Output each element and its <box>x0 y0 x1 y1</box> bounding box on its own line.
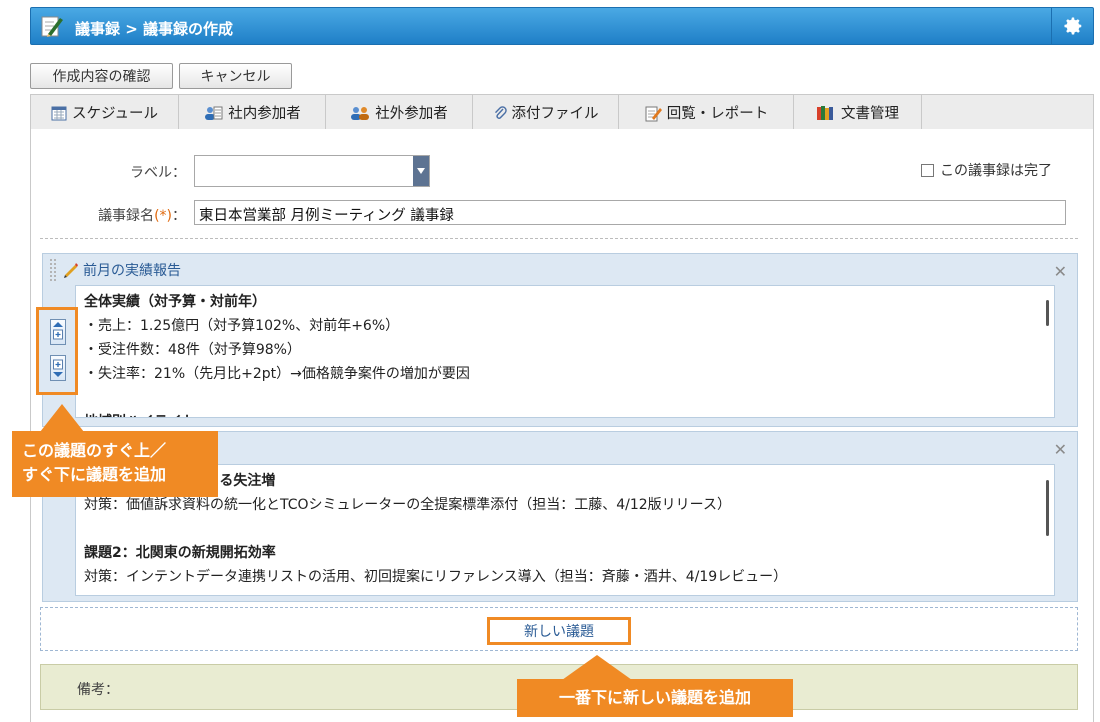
topic-block: 前月の実績報告 ✕ 全体実績（対予算・対前年） ・売上：1.25億円（対予算10… <box>42 253 1078 427</box>
add-topic-below-button[interactable] <box>50 355 66 381</box>
tab-label: 社外参加者 <box>375 106 448 122</box>
new-topic-button[interactable]: 新しい議題 <box>487 617 631 645</box>
label-field-label: ラベル： <box>130 165 186 181</box>
content-line: 全体実績（対予算・対前年） <box>84 294 266 310</box>
name-label-colon: ： <box>172 208 186 224</box>
completed-checkbox[interactable]: この議事録は完了 <box>921 160 1052 180</box>
callout-add-bottom: 一番下に新しい議題を追加 <box>517 679 793 717</box>
tab-bar: スケジュール 社内参加者 社外参加者 添付ファイル 回覧・レポート 文書管理 <box>30 94 1094 130</box>
label-select[interactable] <box>194 155 430 187</box>
paperclip-icon <box>494 105 507 119</box>
scrollbar[interactable] <box>1046 480 1049 536</box>
callout-line: すぐ下に議題を追加 <box>22 465 167 484</box>
arrow-up-plus-icon <box>53 322 63 340</box>
pencil-icon <box>64 263 78 278</box>
name-field-label: 議事録名(*)： <box>76 205 186 225</box>
close-icon[interactable]: ✕ <box>1054 440 1067 459</box>
calendar-icon <box>51 106 67 120</box>
callout-pointer <box>40 404 84 432</box>
tab-label: 文書管理 <box>841 106 899 122</box>
name-label-text: 議事録名 <box>98 208 155 224</box>
remarks-label: 備考： <box>77 682 119 698</box>
checkbox-box[interactable] <box>921 163 934 177</box>
tab-schedule[interactable]: スケジュール <box>31 95 179 130</box>
scrollbar[interactable] <box>1046 300 1049 326</box>
callout-insert-topic: この議題のすぐ上／ すぐ下に議題を追加 <box>12 431 218 497</box>
gear-icon <box>1063 17 1081 35</box>
topic-content[interactable]: 課題1：価格競争による失注増 対策：価値訴求資料の統一化とTCOシミュレーターの… <box>75 464 1055 596</box>
page-title: 議事録 > 議事録の作成 <box>75 20 234 38</box>
topic-title[interactable]: 前月の実績報告 <box>63 260 181 280</box>
tab-internal-participants[interactable]: 社内参加者 <box>179 95 326 130</box>
tab-document-management[interactable]: 文書管理 <box>794 95 922 130</box>
content-line: 対策：インテントデータ連携リストの活用、初回提案にリファレンス導入（担当：斉藤・… <box>84 569 788 585</box>
insert-topic-buttons <box>36 307 78 395</box>
books-icon <box>817 105 833 120</box>
confirm-button[interactable]: 作成内容の確認 <box>30 63 173 89</box>
content-line: ・売上：1.25億円（対予算102%、対前年+6%） <box>84 318 400 334</box>
drag-handle[interactable] <box>49 258 57 282</box>
required-mark: (*) <box>154 208 172 224</box>
chevron-down-icon <box>413 156 429 186</box>
page-header: 議事録 > 議事録の作成 <box>30 7 1094 45</box>
tab-external-participants[interactable]: 社外参加者 <box>326 95 473 130</box>
report-icon <box>645 106 662 121</box>
external-users-icon <box>351 106 370 120</box>
tab-attachments[interactable]: 添付ファイル <box>473 95 619 130</box>
callout-pointer <box>562 655 632 680</box>
tab-label: 社内参加者 <box>228 106 301 122</box>
add-topic-above-button[interactable] <box>50 319 66 345</box>
content-line: 課題1：価格競争による失注増 <box>84 469 1046 493</box>
minutes-name-input[interactable]: 東日本営業部 月例ミーティング 議事録 <box>194 200 1066 225</box>
content-line: 地域別ハイライト <box>84 410 1046 417</box>
content-line: ・失注率：21%（先月比+2pt）→価格競争案件の増加が要因 <box>84 366 470 382</box>
tab-label: 回覧・レポート <box>666 106 769 122</box>
arrow-down-plus-icon <box>53 359 63 377</box>
settings-button[interactable] <box>1051 8 1093 44</box>
close-icon[interactable]: ✕ <box>1054 262 1067 281</box>
content-line: 対策：価値訴求資料の統一化とTCOシミュレーターの全提案標準添付（担当：工藤、4… <box>84 497 731 513</box>
cancel-button[interactable]: キャンセル <box>179 63 292 89</box>
content-line: ・受注件数：48件（対予算98%） <box>84 342 301 358</box>
internal-users-icon <box>205 106 223 120</box>
topic-content[interactable]: 全体実績（対予算・対前年） ・売上：1.25億円（対予算102%、対前年+6%）… <box>75 285 1055 418</box>
tab-circulation-report[interactable]: 回覧・レポート <box>619 95 794 130</box>
divider <box>40 238 1078 239</box>
notepad-pencil-icon <box>41 16 63 37</box>
content-line: 課題2：北関東の新規開拓効率 <box>84 545 276 561</box>
tab-label: スケジュール <box>72 106 158 122</box>
topic-title-text: 前月の実績報告 <box>83 263 181 279</box>
completed-label: この議事録は完了 <box>940 163 1052 179</box>
tab-label: 添付ファイル <box>511 106 599 122</box>
callout-line: この議題のすぐ上／ <box>22 441 167 460</box>
